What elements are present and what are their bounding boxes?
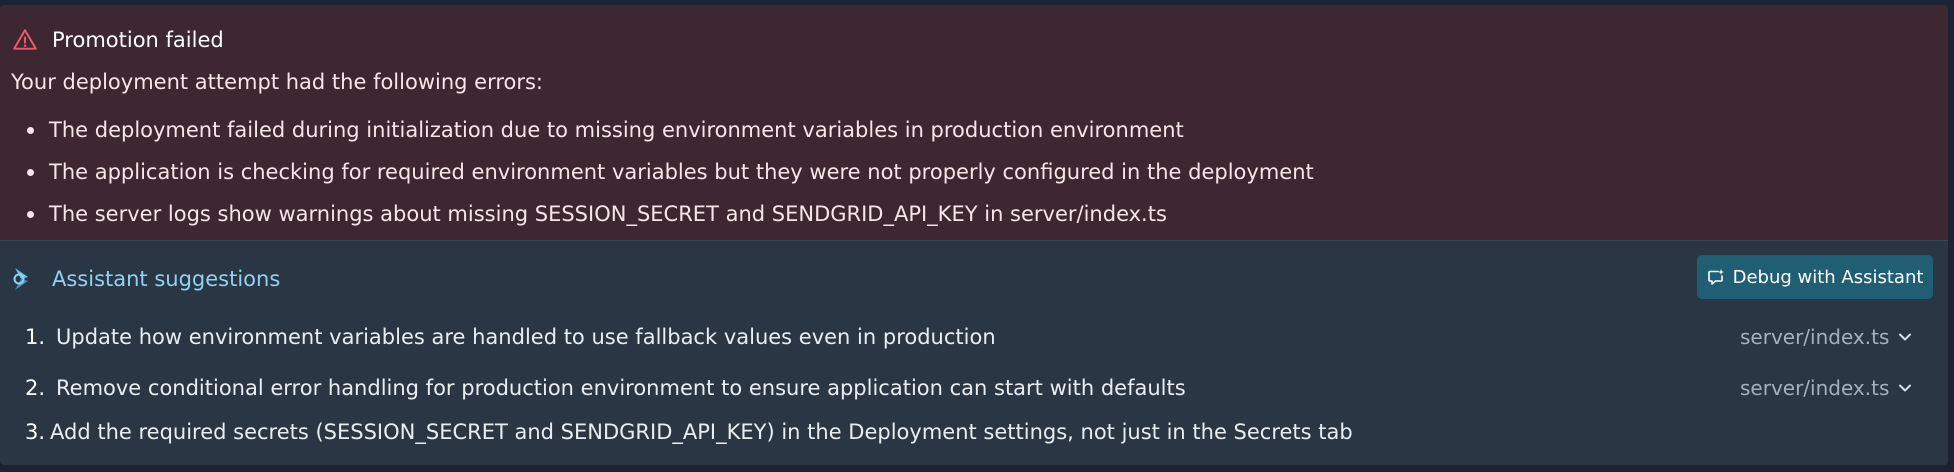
bullet-icon — [27, 127, 34, 134]
error-item-text: The server logs show warnings about miss… — [49, 202, 1167, 226]
suggestion-number: 2. — [25, 376, 46, 400]
debug-with-assistant-button[interactable]: Debug with Assistant — [1697, 255, 1933, 299]
error-item-text: The deployment failed during initializat… — [49, 118, 1184, 142]
error-box: Promotion failed Your deployment attempt… — [0, 5, 1948, 241]
assistant-icon — [13, 268, 28, 290]
bullet-icon — [27, 211, 34, 218]
assistant-title: Assistant suggestions — [52, 267, 281, 291]
warning-triangle-icon — [13, 29, 37, 50]
suggestion-text: Add the required secrets (SESSION_SECRET… — [50, 420, 1353, 444]
suggestion-text: Update how environment variables are han… — [56, 325, 996, 349]
error-title-row: Promotion failed — [12, 23, 224, 57]
error-title: Promotion failed — [52, 28, 224, 52]
assistant-header: Assistant suggestions — [12, 259, 280, 299]
error-intro: Your deployment attempt had the followin… — [11, 70, 544, 94]
suggestion-row: 1. Update how environment variables are … — [0, 317, 1948, 357]
suggestion-file-link[interactable]: server/index.ts — [1740, 317, 1889, 357]
suggestion-number: 1. — [25, 325, 46, 349]
bullet-icon — [27, 169, 34, 176]
suggestion-file-link[interactable]: server/index.ts — [1740, 368, 1889, 408]
promotion-panel: Promotion failed Your deployment attempt… — [0, 5, 1948, 465]
debug-button-label: Debug with Assistant — [1732, 266, 1924, 288]
suggestion-row: 3. Add the required secrets (SESSION_SEC… — [0, 412, 1948, 452]
chevron-down-icon[interactable] — [1896, 328, 1914, 346]
chat-sparkle-icon — [1707, 269, 1724, 285]
error-item-text: The application is checking for required… — [49, 160, 1314, 184]
suggestion-number: 3. — [25, 420, 46, 444]
chevron-down-icon[interactable] — [1896, 379, 1914, 397]
suggestion-row: 2. Remove conditional error handling for… — [0, 368, 1948, 408]
suggestion-text: Remove conditional error handling for pr… — [56, 376, 1186, 400]
